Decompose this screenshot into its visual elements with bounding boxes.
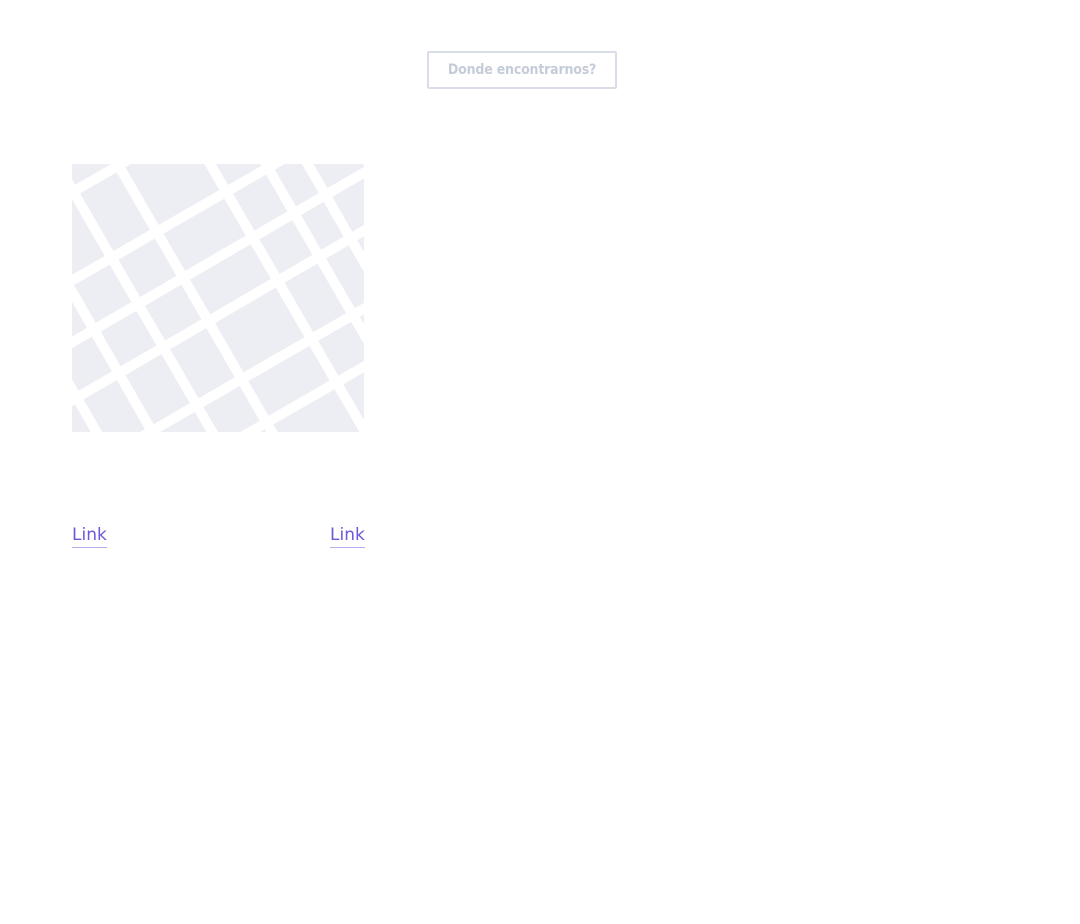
link-left[interactable]: Link — [72, 524, 107, 548]
link-right[interactable]: Link — [330, 524, 365, 548]
map-image — [72, 164, 364, 432]
map-placeholder-icon — [72, 164, 364, 432]
where-to-find-us-button[interactable]: Donde encontrarnos? — [427, 51, 617, 89]
